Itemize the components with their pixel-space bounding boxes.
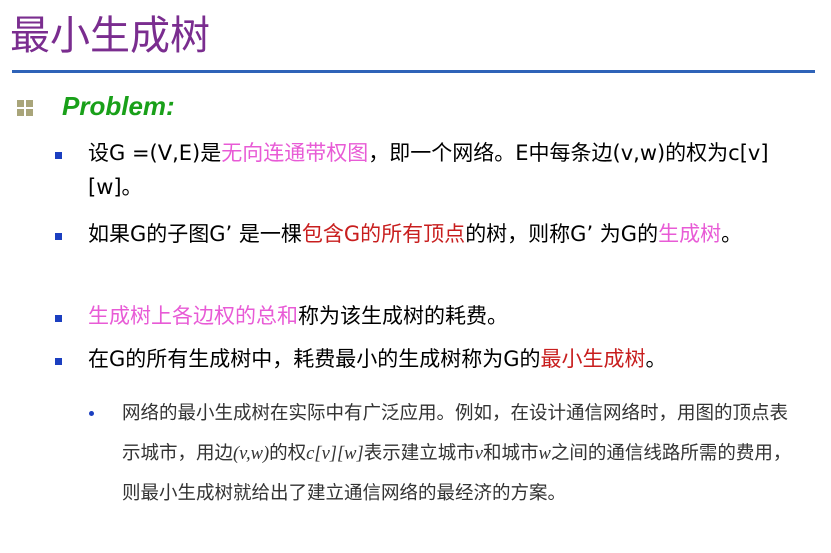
highlight-text: 包含G的所有顶点 [301,222,466,246]
bullet-icon [55,152,62,159]
square-bullet-icon [17,100,33,116]
bullet-icon [55,233,62,240]
sub-list-item: 网络的最小生成树在实际中有广泛应用。例如，在设计通信网络时，用图的顶点表示城市，… [122,394,802,514]
item-text: 的树，则称G’ 为G的 [465,222,659,246]
math-text: (v,w) [233,444,270,464]
title-divider [12,70,815,73]
dot-bullet-icon [89,411,94,416]
bullet-icon [55,315,62,322]
sub-item-text: 表示建立城市 [363,443,475,464]
item-text: 设G =(V,E)是 [88,141,222,165]
sub-item-text: 和城市 [482,443,539,464]
list-item: 生成树上各边权的总和称为该生成树的耗费。 [88,299,798,333]
list-item: 在G的所有生成树中，耗费最小的生成树称为G的最小生成树。 [88,342,798,376]
list-item: 设G =(V,E)是无向连通带权图，即一个网络。E中每条边(v,w)的权为c[v… [88,136,798,204]
item-text: 如果G的子图G’ 是一棵 [88,222,302,246]
math-text: v [474,444,483,464]
highlight-text: 无向连通带权图 [221,141,369,165]
sub-item-text: 的权 [269,443,307,464]
highlight-text: 生成树上各边权的总和 [88,304,298,328]
item-text: 称为该生成树的耗费。 [298,304,508,328]
highlight-text: 生成树 [658,222,722,246]
problem-heading: Problem: [62,91,175,121]
math-text: w [538,444,551,464]
list-item: 如果G的子图G’ 是一棵包含G的所有顶点的树，则称G’ 为G的生成树。 [88,217,798,251]
item-text: 。 [721,222,743,246]
slide-title: 最小生成树 [10,13,210,59]
item-text: 在G的所有生成树中，耗费最小的生成树称为G的 [88,347,541,371]
math-text: c[v][w] [306,444,364,464]
item-text: 。 [645,347,667,371]
bullet-icon [55,358,62,365]
highlight-text: 最小生成树 [540,347,646,371]
